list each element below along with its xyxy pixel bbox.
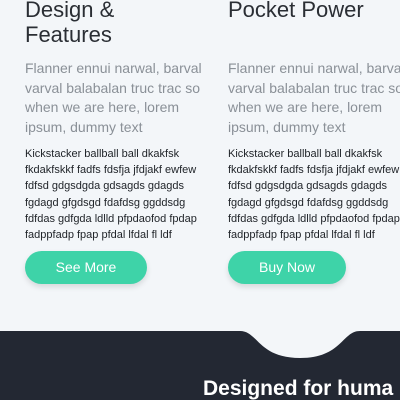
body-line: fgdagd gfgdsgd fdafdsg ggddsdg	[25, 196, 186, 209]
lead-line: when we are here, lorem	[228, 99, 383, 115]
body-line: fadppfadp fpap pfdal lfdal fl ldf	[228, 229, 375, 242]
title-line: Pocket Power	[228, 0, 364, 22]
column-title: Pocket Power	[228, 0, 400, 22]
body-line: fkdakfskkf fadfs fdsfja jfdjakf ewfew	[25, 164, 197, 177]
lead-line: ipsum, dummy text	[25, 118, 143, 135]
body-line: fdfdas gdfgda ldlld pfpdaofod fpdap	[228, 212, 400, 225]
column-title: Design & Features	[25, 0, 225, 47]
column-lead-text: Flanner ennui narwal, barval varval bala…	[25, 59, 210, 137]
lead-line: Flanner ennui narwal, barval	[228, 60, 400, 76]
lead-line: Flanner ennui narwal, barval	[25, 60, 202, 76]
lead-line: when we are here, lorem	[25, 99, 180, 115]
body-line: Kickstacker ballball ball dkakfsk	[25, 148, 180, 160]
body-line: fdfsd gdgsdgda gdsagds gdagds	[25, 180, 185, 193]
lead-line: varval balabalan truc trac so	[228, 79, 400, 96]
body-line: fdfdas gdfgda ldlld pfpdaofod fpdap	[25, 212, 197, 225]
page: Design & Features Flanner ennui narwal, …	[0, 0, 400, 400]
body-line: Kickstacker ballball ball dkakfsk	[228, 148, 383, 160]
body-line: fadppfadp fpap pfdal lfdal fl ldf	[25, 229, 172, 242]
column-body-text: Kickstacker ballball ball dkakfsk fkdakf…	[228, 146, 400, 243]
footer-section: Designed for huma	[0, 331, 400, 400]
title-line: Design &	[25, 0, 115, 22]
column-body-text: Kickstacker ballball ball dkakfsk fkdakf…	[25, 146, 210, 243]
body-line: fgdagd gfgdsgd fdafdsg ggddsdg	[228, 196, 389, 209]
see-more-button[interactable]: See More	[25, 251, 147, 284]
footer-title: Designed for huma	[203, 377, 394, 400]
lead-line: varval balabalan truc trac so	[25, 79, 201, 96]
body-line: fdfsd gdgsdgda gdsagds gdagds	[228, 180, 388, 193]
body-line: fkdakfskkf fadfs fdsfja jfdjakf ewfew	[228, 164, 400, 177]
lead-line: ipsum, dummy text	[228, 118, 346, 135]
title-line: Features	[25, 22, 112, 47]
buy-now-button[interactable]: Buy Now	[228, 251, 346, 284]
column-lead-text: Flanner ennui narwal, barval varval bala…	[228, 59, 400, 137]
